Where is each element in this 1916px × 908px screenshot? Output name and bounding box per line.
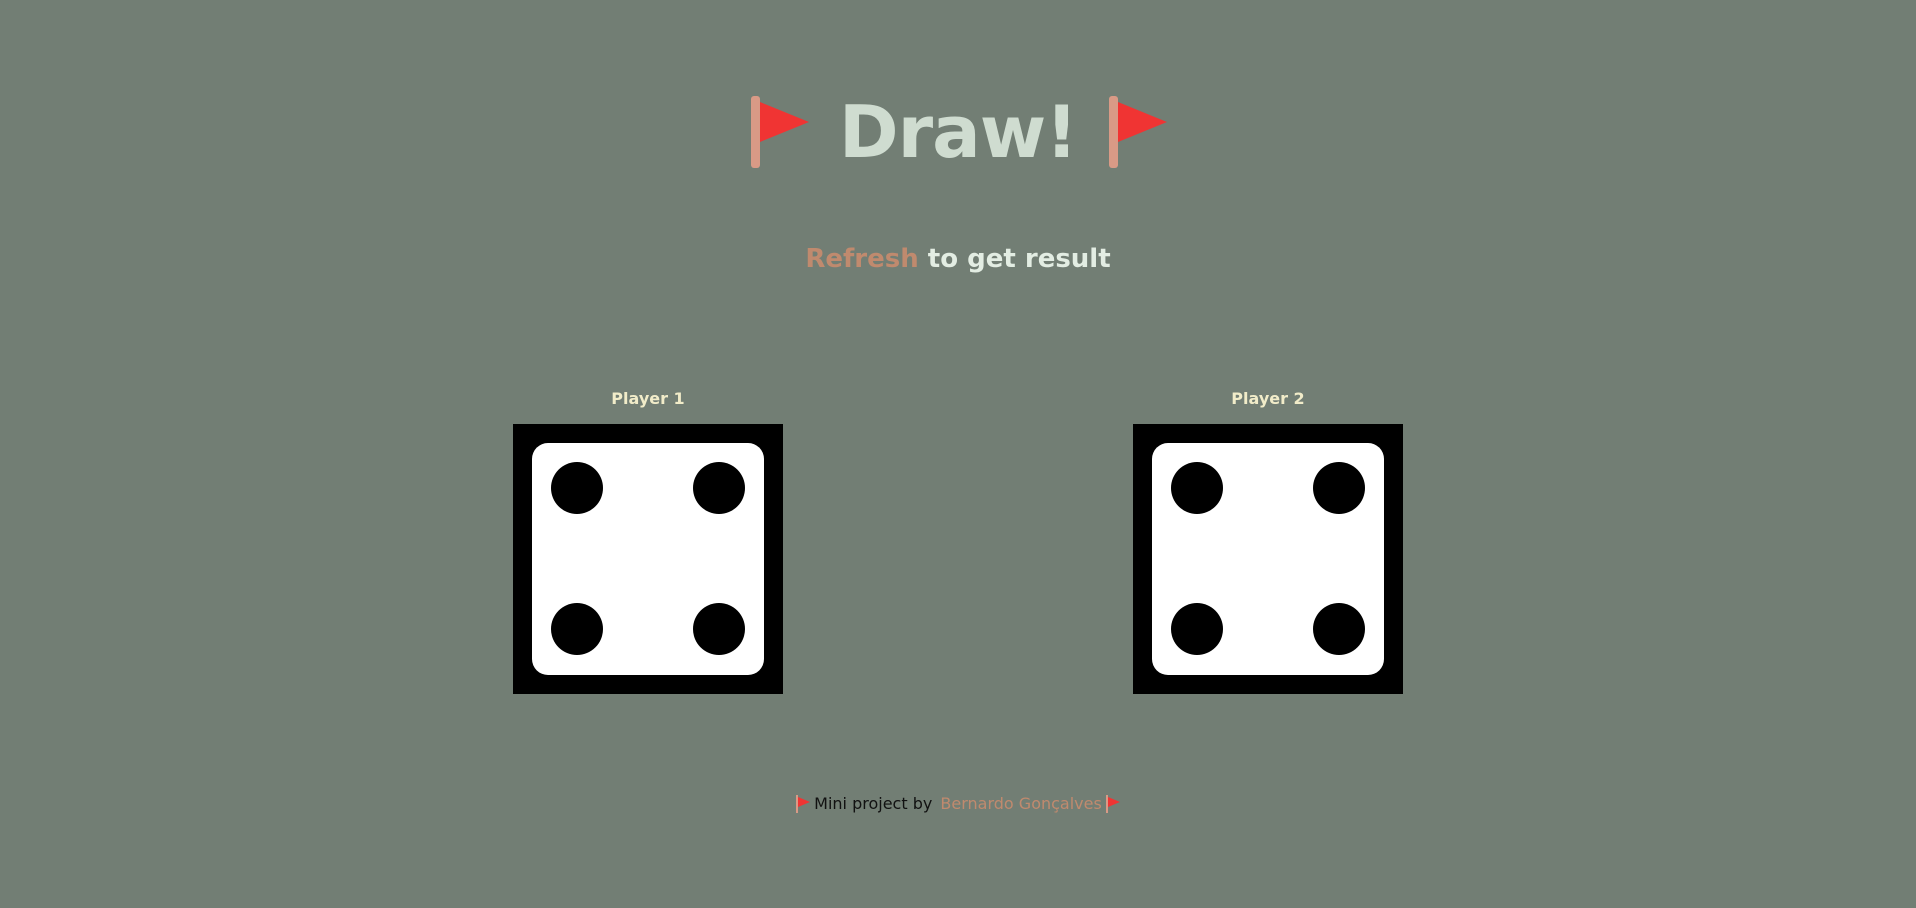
player-1-panel: Player 1 xyxy=(513,386,783,694)
page-title: Draw! xyxy=(838,90,1078,174)
red-flag-icon xyxy=(796,794,811,813)
subtitle-text: to get result xyxy=(918,244,1111,274)
red-flag-icon xyxy=(1105,794,1120,813)
title-row: Draw! xyxy=(0,92,1916,172)
die-pip xyxy=(693,462,745,514)
player-1-die xyxy=(513,424,783,694)
player-1-label: Player 1 xyxy=(611,389,685,408)
red-flag-icon xyxy=(1109,96,1168,168)
die-pip xyxy=(551,603,603,655)
player-2-die xyxy=(1133,424,1403,694)
die-pip xyxy=(551,462,603,514)
die-pip xyxy=(1171,462,1223,514)
die-pip xyxy=(693,603,745,655)
page: Draw! Refresh to get result Player 1 Pla… xyxy=(0,0,1916,908)
red-flag-icon xyxy=(750,96,809,168)
footer-text: Mini project by xyxy=(814,794,938,813)
player-2-panel: Player 2 xyxy=(1133,386,1403,694)
author-link[interactable]: Bernardo Gonçalves xyxy=(940,794,1101,813)
die-pip xyxy=(1171,603,1223,655)
footer: Mini project by Bernardo Gonçalves xyxy=(0,794,1916,813)
refresh-link[interactable]: Refresh xyxy=(805,244,918,274)
subtitle: Refresh to get result xyxy=(0,244,1916,274)
die-pip xyxy=(1313,603,1365,655)
player-2-label: Player 2 xyxy=(1231,389,1305,408)
die-pip xyxy=(1313,462,1365,514)
